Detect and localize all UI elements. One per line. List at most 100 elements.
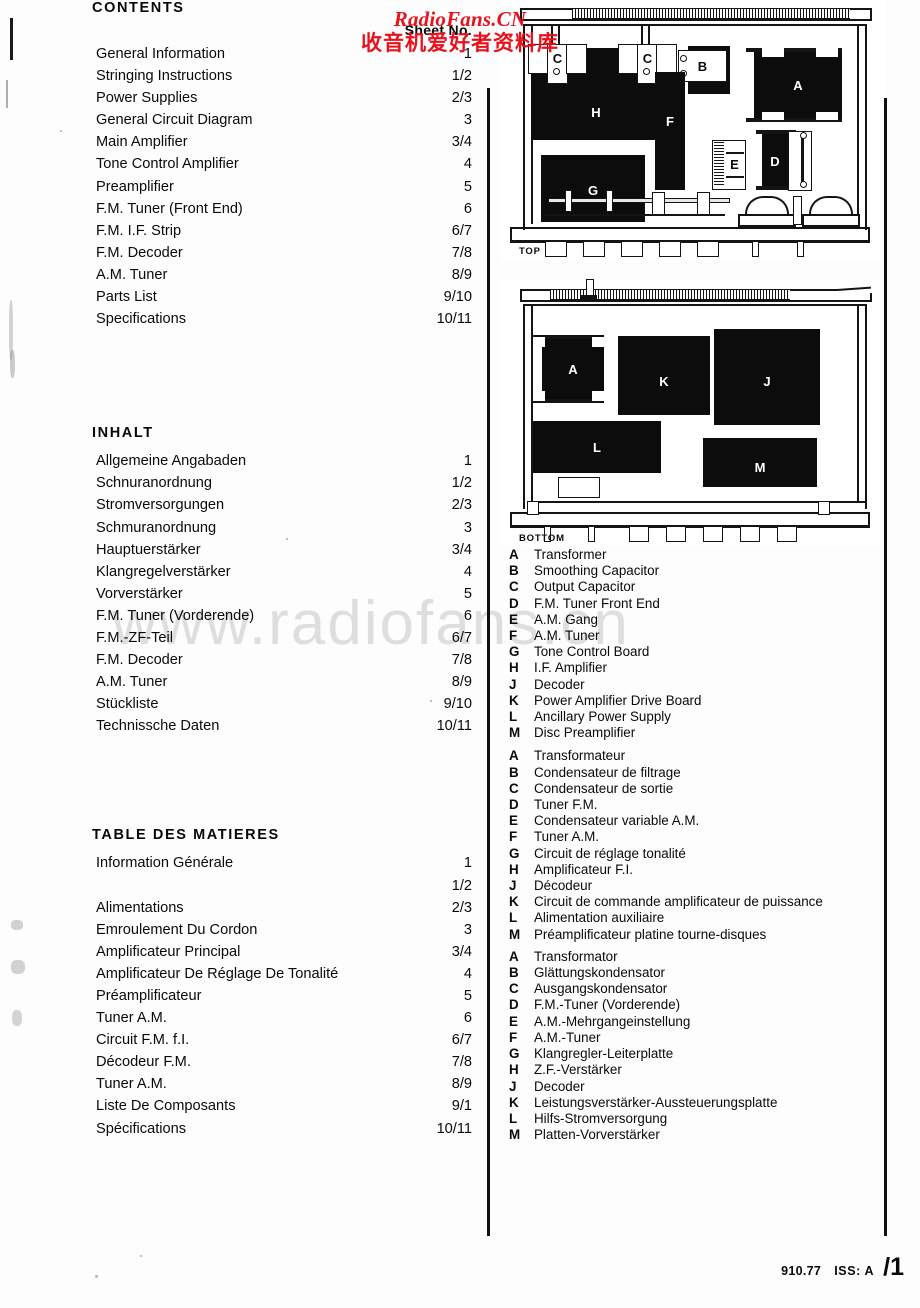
chassis-frame — [857, 24, 859, 224]
cabinet-outline — [520, 289, 522, 302]
legend-item: F A.M.-Tuner — [500, 1030, 886, 1046]
toc-item-label: Amplificateur Principal — [96, 943, 241, 960]
toc-item[interactable]: Emroulement Du Cordon 3 — [92, 919, 480, 941]
front-panel-bar — [510, 227, 870, 229]
toc-item[interactable]: F.M. Tuner (Front End) 6 — [92, 198, 480, 220]
connector-tab — [545, 242, 567, 257]
toc-item[interactable]: F.M.-ZF-Teil 6/7 — [92, 627, 480, 649]
legend-key: G — [509, 1046, 520, 1062]
toc-item-page: 6 — [463, 607, 472, 624]
scan-edge-mark — [6, 80, 8, 108]
toc-item[interactable]: F.M. Decoder 7/8 — [92, 242, 480, 264]
toc-item[interactable]: F.M. Tuner (Vorderende) 6 — [92, 605, 480, 627]
toc-item[interactable]: Main Amplifier 3/4 — [92, 131, 480, 153]
tuner-drum-pivot — [800, 181, 807, 188]
toc-item[interactable]: Klangregelverstärker 4 — [92, 561, 480, 583]
front-panel-bar — [531, 501, 867, 503]
toc-item-page: 1 — [463, 453, 472, 470]
component-label-F: F — [666, 113, 674, 129]
legend-text: Klangregler-Leiterplatte — [534, 1046, 674, 1062]
legend-text: A.M.-Tuner — [534, 1029, 601, 1045]
toc-item[interactable]: Allgemeine Angabaden 1 — [92, 450, 480, 472]
control-shaft — [697, 192, 710, 216]
legend-item: J Decoder — [500, 1079, 886, 1095]
component-block-F: F — [655, 72, 685, 190]
toc-item[interactable]: Schmuranordnung 3 — [92, 517, 480, 539]
legend-text: Circuit de commande amplificateur de pui… — [534, 894, 823, 910]
toc-item[interactable]: 1/2 — [92, 875, 480, 897]
legend-text: Transformateur — [534, 748, 626, 764]
toc-item[interactable]: Préamplificateur 5 — [92, 985, 480, 1007]
legend-key: L — [509, 1110, 518, 1126]
legend-text: A.M. Gang — [534, 611, 599, 627]
component-label-A: A — [793, 77, 803, 93]
toc-item[interactable]: Schnuranordnung 1/2 — [92, 472, 480, 494]
toc-item[interactable]: Alimentations 2/3 — [92, 897, 480, 919]
toc-item-page: 6/7 — [451, 1032, 472, 1049]
toc-item[interactable]: Liste De Composants 9/1 — [92, 1095, 480, 1117]
panel-bracket — [818, 501, 830, 515]
toc-item[interactable]: Circuit F.M. f.I. 6/7 — [92, 1029, 480, 1051]
legend-item: F Tuner A.M. — [500, 829, 886, 845]
toc-item[interactable]: Amplificateur De Réglage De Tonalité 4 — [92, 963, 480, 985]
toc-item[interactable]: Amplificateur Principal 3/4 — [92, 941, 480, 963]
legend-key: C — [509, 579, 519, 595]
toc-item-page: 5 — [463, 585, 472, 602]
toc-item[interactable]: Spécifications 10/11 — [92, 1118, 480, 1140]
toc-item[interactable]: Tuner A.M. 8/9 — [92, 1073, 480, 1095]
scan-speck — [60, 130, 62, 132]
legend-item: A Transformer — [500, 547, 886, 563]
toc-item[interactable]: A.M. Tuner 8/9 — [92, 264, 480, 286]
toc-item[interactable]: Preamplifier 5 — [92, 176, 480, 198]
cabinet-outline — [870, 8, 872, 21]
legend-item: L Hilfs-Stromversorgung — [500, 1111, 886, 1127]
transformer-notch — [816, 48, 838, 57]
toc-item-page: 4 — [463, 156, 472, 173]
toc-item-page: 4 — [463, 563, 472, 580]
toc-item[interactable]: Stromversorgungen 2/3 — [92, 494, 480, 516]
toc-item-page: 8/9 — [451, 1076, 472, 1093]
toc-item[interactable]: Hauptuerstärker 3/4 — [92, 539, 480, 561]
toc-item[interactable]: F.M. Decoder 7/8 — [92, 649, 480, 671]
page-footer: 910.77 ISS: A /1 — [781, 1254, 904, 1278]
toc-item[interactable]: Stringing Instructions 1/2 — [92, 65, 480, 87]
toc-item[interactable]: Parts List 9/10 — [92, 286, 480, 308]
toc-item[interactable]: Vorverstärker 5 — [92, 583, 480, 605]
toc-item-page: 3 — [463, 519, 472, 536]
toc-item-page: 3/4 — [451, 541, 472, 558]
legend-key: C — [509, 981, 519, 997]
toc-item[interactable]: Specifications 10/11 — [92, 308, 480, 330]
legend-key: B — [509, 764, 519, 780]
front-panel-bar — [510, 227, 512, 243]
scan-speck — [12, 1010, 22, 1026]
toc-item[interactable]: Stückliste 9/10 — [92, 693, 480, 715]
toc-item[interactable]: Tuner A.M. 6 — [92, 1007, 480, 1029]
control-shaft — [606, 190, 613, 212]
legend-item: G Klangregler-Leiterplatte — [500, 1046, 886, 1062]
legend-item: B Smoothing Capacitor — [500, 563, 886, 579]
legend-key: M — [509, 1127, 521, 1143]
toc-item-label: Liste De Composants — [96, 1098, 236, 1115]
legend-item: K Leistungsverstärker-Aussteuerungsplatte — [500, 1095, 886, 1111]
toc-item-page: 7/8 — [451, 652, 472, 669]
ventilation-grille — [572, 8, 850, 19]
toc-item[interactable]: A.M. Tuner 8/9 — [92, 671, 480, 693]
toc-item[interactable]: Information Générale 1 — [92, 852, 480, 874]
connector-tab — [659, 242, 681, 257]
legend-text: Decoder — [534, 676, 585, 692]
toc-item-page: 1/2 — [451, 68, 472, 85]
scan-speck — [95, 1275, 98, 1278]
legend-text: Glättungskondensator — [534, 965, 666, 981]
toc-item[interactable]: Technissche Daten 10/11 — [92, 715, 480, 737]
contents-list-german: Allgemeine Angabaden 1 Schnuranordnung 1/2… — [92, 450, 480, 737]
legend-key: E — [509, 813, 518, 829]
legend-text: Tone Control Board — [534, 644, 650, 660]
toc-item[interactable]: Tone Control Amplifier 4 — [92, 153, 480, 175]
toc-item[interactable]: General Circuit Diagram 3 — [92, 109, 480, 131]
capacitor-terminal-dot — [643, 68, 650, 75]
toc-item[interactable]: Power Supplies 2/3 — [92, 87, 480, 109]
toc-item[interactable]: Décodeur F.M. 7/8 — [92, 1051, 480, 1073]
legend-item: D Tuner F.M. — [500, 797, 886, 813]
toc-item[interactable]: F.M. I.F. Strip 6/7 — [92, 220, 480, 242]
toc-item[interactable]: General Information 1 — [92, 43, 480, 65]
